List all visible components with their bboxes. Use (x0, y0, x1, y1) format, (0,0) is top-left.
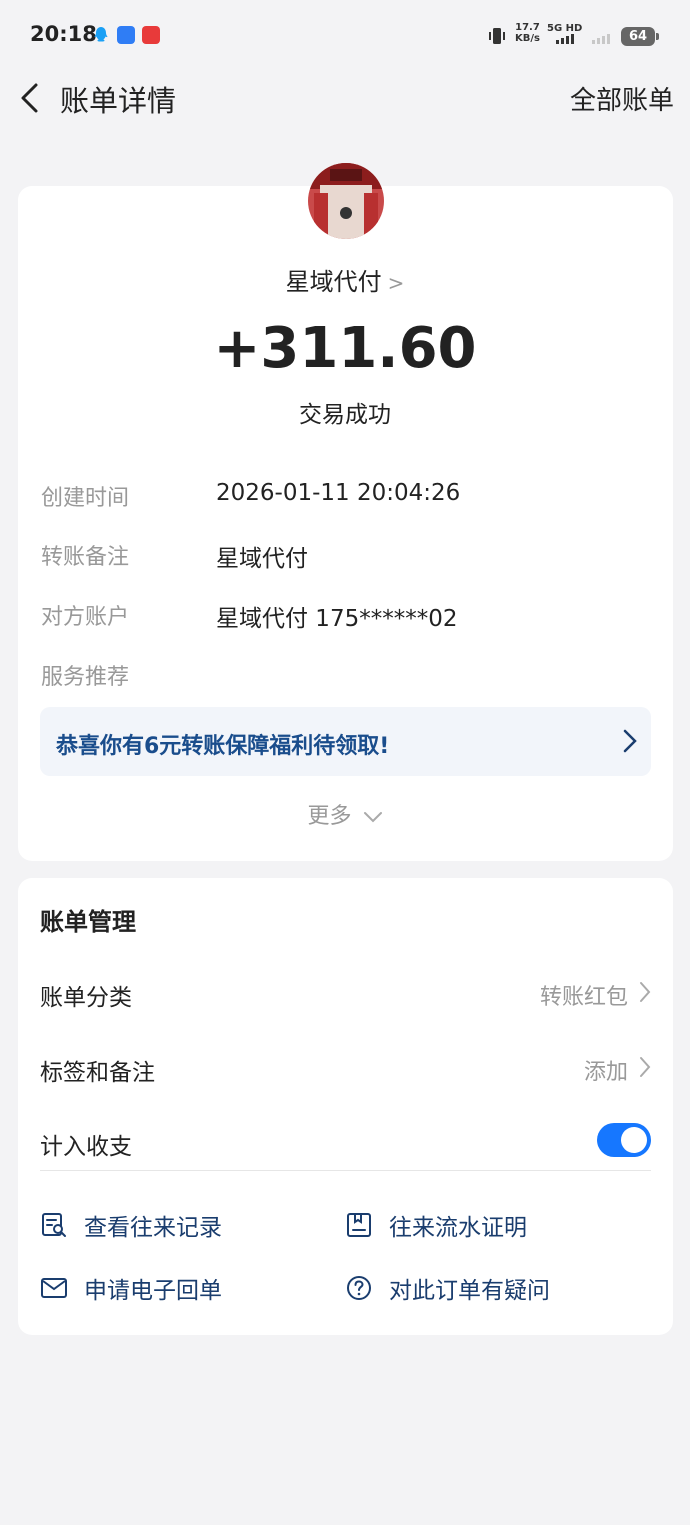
payee-avatar[interactable] (308, 163, 384, 239)
back-icon[interactable] (14, 80, 50, 116)
counterparty-label: 对方账户 (41, 605, 130, 630)
bill-management-title: 账单管理 (40, 908, 136, 936)
signal-icon (556, 34, 574, 44)
document-icon (347, 1213, 371, 1237)
tags-notes-label: 标签和备注 (40, 1060, 155, 1086)
bill-management-card (18, 878, 673, 1335)
view-history-link[interactable]: 查看往来记录 (40, 1208, 222, 1242)
signal-icon-secondary (592, 34, 610, 44)
created-time-value: 2026-01-11 20:04:26 (216, 480, 461, 506)
chevron-right-icon (620, 728, 640, 754)
statement-proof-link[interactable]: 往来流水证明 (345, 1208, 527, 1242)
counterparty-value: 星域代付 175******02 (216, 606, 458, 632)
payee-name[interactable]: 星域代付 > (0, 262, 690, 297)
chevron-right-icon[interactable] (638, 980, 652, 1004)
transaction-status: 交易成功 (299, 402, 391, 428)
count-in-budget-label: 计入收支 (40, 1134, 132, 1160)
transfer-note-value: 星域代付 (216, 546, 308, 572)
battery-icon: 64 (621, 27, 659, 46)
app-notification-icon-red (142, 26, 160, 44)
bill-category-label: 账单分类 (40, 985, 132, 1011)
order-question-link[interactable]: 对此订单有疑问 (345, 1271, 550, 1305)
divider (40, 1170, 651, 1171)
transfer-note-label: 转账备注 (41, 545, 130, 570)
status-time: 20:18 (30, 22, 97, 46)
chevron-right-icon: > (387, 271, 405, 295)
chevron-down-icon (363, 812, 382, 823)
net-type: 5G HD (547, 23, 583, 34)
page-title: 账单详情 (60, 84, 177, 118)
created-time-label: 创建时间 (41, 486, 130, 511)
mail-icon (41, 1278, 67, 1298)
net-speed: 17.7 KB/s (515, 22, 540, 44)
service-label: 服务推荐 (41, 665, 130, 690)
bill-category-value[interactable]: 转账红包 (540, 979, 628, 1011)
promo-text: 恭喜你有6元转账保障福利待领取! (56, 734, 390, 759)
e-receipt-link[interactable]: 申请电子回单 (40, 1271, 222, 1305)
transaction-amount: +311.60 (213, 316, 477, 381)
all-bills-link[interactable]: 全部账单 (570, 80, 674, 117)
question-icon (347, 1276, 371, 1300)
vibrate-icon (487, 27, 507, 49)
tags-notes-add[interactable]: 添加 (584, 1054, 628, 1086)
record-search-icon (42, 1213, 66, 1237)
count-in-budget-toggle[interactable] (597, 1123, 651, 1157)
chevron-right-icon[interactable] (638, 1055, 652, 1079)
app-notification-icon (117, 26, 135, 44)
qq-notification-icon (92, 26, 110, 44)
more-toggle[interactable]: 更多 (0, 798, 690, 830)
